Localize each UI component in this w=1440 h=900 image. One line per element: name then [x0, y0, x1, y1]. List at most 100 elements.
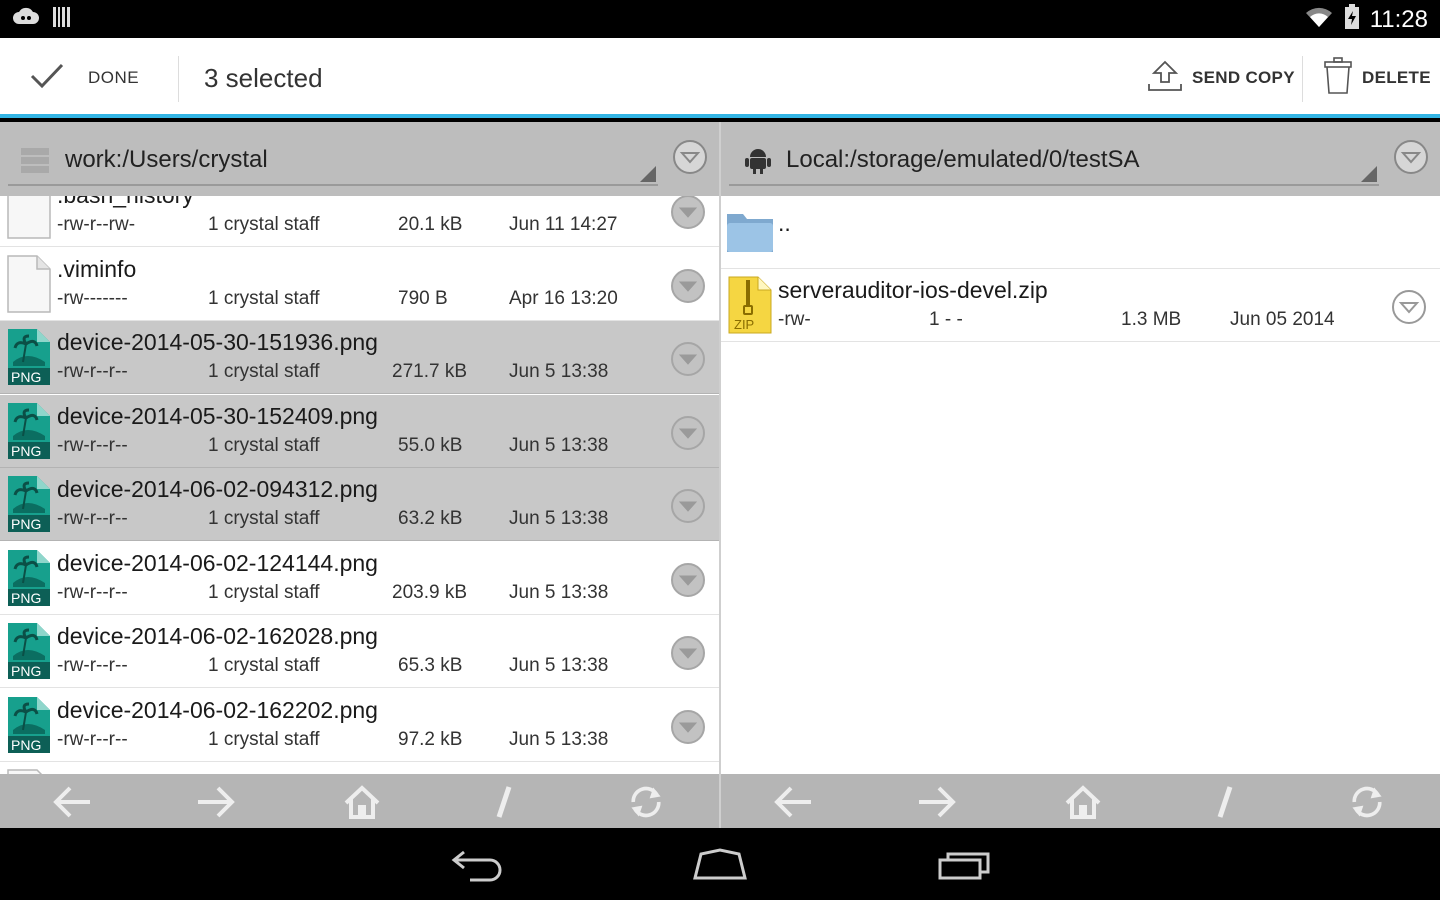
- list-item[interactable]: .viminfo -rw------- 1 crystal staff 790 B Ap…: [0, 247, 719, 321]
- forward-arrow-icon[interactable]: [196, 782, 236, 822]
- row-menu-icon[interactable]: [669, 708, 707, 751]
- list-item-selected[interactable]: PNG device-2014-05-30-152409.png -rw-r--r-…: [0, 394, 719, 468]
- parent-folder-row[interactable]: ..: [721, 196, 1440, 269]
- root-slash-icon[interactable]: [1205, 782, 1245, 822]
- file-size: 55.0 kB: [398, 434, 463, 456]
- file-name: device-2014-06-02-162028.png: [57, 623, 378, 649]
- file-name: device-2014-05-30-151936.png: [57, 329, 378, 355]
- barcode-notification-icon: [52, 6, 72, 33]
- file-date: Jun 05 2014: [1230, 309, 1335, 330]
- list-item[interactable]: PNG device-2014-06-02-162202.png -rw-r--r-…: [0, 688, 719, 762]
- file-permissions: -rw-r--r--: [57, 508, 128, 529]
- dropdown-corner-icon: [1361, 166, 1377, 182]
- file-date: Jun 5 13:38: [509, 361, 609, 382]
- row-menu-icon[interactable]: [669, 196, 707, 236]
- text-file-icon: [7, 254, 51, 318]
- file-size: 63.2 kB: [398, 508, 463, 529]
- png-image-icon: PNG: [7, 328, 51, 391]
- path-menu-icon[interactable]: [1392, 138, 1430, 181]
- file-size: 271.7 kB: [392, 361, 467, 382]
- list-item[interactable]: PNG device-2014-06-02-124144.png -rw-r--r-…: [0, 541, 719, 615]
- png-image-icon: PNG: [7, 549, 51, 612]
- svg-text:PNG: PNG: [11, 663, 41, 679]
- delete-label: DELETE: [1362, 68, 1431, 87]
- file-owner: 1 crystal staff: [208, 434, 320, 456]
- path-selector[interactable]: work:/Users/crystal: [8, 128, 658, 186]
- send-copy-button[interactable]: SEND COPY: [1146, 38, 1295, 118]
- done-button[interactable]: DONE: [0, 38, 178, 118]
- file-list: .bash_history -rw-r--rw- 1 crystal staff 20…: [0, 196, 719, 774]
- trash-icon: [1322, 56, 1354, 100]
- row-menu-icon[interactable]: [669, 561, 707, 604]
- battery-icon: [1344, 4, 1360, 35]
- row-menu-icon[interactable]: [669, 414, 707, 457]
- row-menu-icon[interactable]: [669, 487, 707, 530]
- row-menu-icon[interactable]: [1390, 288, 1428, 331]
- file-permissions: -rw-r--r--: [57, 361, 128, 382]
- list-item-selected[interactable]: PNG device-2014-06-02-094312.png -rw-r--r-…: [0, 468, 719, 541]
- system-navigation-bar: [0, 828, 1440, 900]
- delete-button[interactable]: DELETE: [1322, 38, 1431, 118]
- row-menu-icon[interactable]: [669, 634, 707, 677]
- path-selector[interactable]: Local:/storage/emulated/0/testSA: [729, 128, 1379, 186]
- file-size: 97.2 kB: [398, 728, 463, 750]
- file-permissions: -rw-r--r--: [57, 581, 128, 603]
- file-owner: 1 - -: [929, 309, 963, 330]
- file-owner: 1 crystal staff: [208, 655, 320, 676]
- refresh-icon[interactable]: [1347, 782, 1387, 822]
- nav-recents-icon[interactable]: [936, 846, 992, 887]
- file-owner: 1 crystal staff: [208, 728, 320, 750]
- file-date: Jun 5 13:38: [509, 655, 609, 676]
- list-item[interactable]: .bash_history -rw-r--rw- 1 crystal staff 20…: [0, 196, 719, 247]
- nav-home-icon[interactable]: [692, 846, 748, 887]
- list-item[interactable]: ZIP serverauditor-ios-devel.zip -rw- 1 -…: [721, 269, 1440, 342]
- left-file-pane: work:/Users/crystal .bash_history -rw-r--…: [0, 122, 719, 828]
- row-menu-icon[interactable]: [669, 267, 707, 310]
- wifi-icon: [1304, 5, 1334, 34]
- text-file-icon: [7, 196, 51, 244]
- root-slash-icon[interactable]: [484, 782, 524, 822]
- svg-text:PNG: PNG: [11, 369, 41, 385]
- png-image-icon: PNG: [7, 475, 51, 538]
- file-size: 1.3 MB: [1121, 309, 1182, 330]
- file-name: .bash_history: [57, 196, 194, 209]
- file-owner: 1 crystal staff: [208, 581, 320, 603]
- back-arrow-icon[interactable]: [773, 782, 813, 822]
- pane-toolbar: [0, 774, 719, 828]
- file-name: device-2014-06-02-094312.png: [57, 476, 378, 502]
- file-date: Jun 11 14:27: [509, 214, 618, 235]
- file-date: Apr 16 13:20: [509, 287, 618, 309]
- list-item-selected[interactable]: PNG device-2014-05-30-151936.png -rw-r--r-…: [0, 321, 719, 394]
- png-image-icon: PNG: [7, 622, 51, 685]
- file-name: serverauditor-ios-devel.zip: [778, 277, 1048, 303]
- path-bar: work:/Users/crystal: [0, 122, 719, 196]
- dropdown-corner-icon: [640, 166, 656, 182]
- path-menu-icon[interactable]: [671, 138, 709, 181]
- file-permissions: -rw-r--r--: [57, 728, 128, 750]
- file-date: Jun 5 13:38: [509, 581, 609, 603]
- home-icon[interactable]: [1063, 782, 1103, 822]
- list-item[interactable]: [0, 762, 719, 774]
- list-item[interactable]: PNG device-2014-06-02-162028.png -rw-r--r-…: [0, 615, 719, 688]
- home-icon[interactable]: [342, 782, 382, 822]
- forward-arrow-icon[interactable]: [917, 782, 957, 822]
- file-list: .. ZIP serverauditor-ios-devel.zip -rw- …: [721, 196, 1440, 774]
- file-date: Jun 5 13:38: [509, 728, 609, 750]
- refresh-icon[interactable]: [626, 782, 666, 822]
- row-menu-icon[interactable]: [669, 340, 707, 383]
- file-name: device-2014-06-02-162202.png: [57, 696, 378, 723]
- back-arrow-icon[interactable]: [52, 782, 92, 822]
- path-bar: Local:/storage/emulated/0/testSA: [721, 122, 1440, 196]
- done-label: DONE: [88, 68, 140, 87]
- server-icon: [20, 146, 50, 179]
- zip-file-icon: ZIP: [728, 276, 772, 339]
- nav-back-icon[interactable]: [450, 846, 504, 887]
- file-date: Jun 5 13:38: [509, 508, 609, 529]
- svg-text:PNG: PNG: [11, 737, 41, 753]
- checkmark-icon: [0, 63, 64, 94]
- file-permissions: -rw-: [778, 309, 811, 330]
- svg-text:PNG: PNG: [11, 443, 41, 459]
- clock-time: 11:28: [1369, 5, 1428, 33]
- folder-icon: [725, 208, 775, 259]
- file-permissions: -rw-------: [57, 287, 128, 309]
